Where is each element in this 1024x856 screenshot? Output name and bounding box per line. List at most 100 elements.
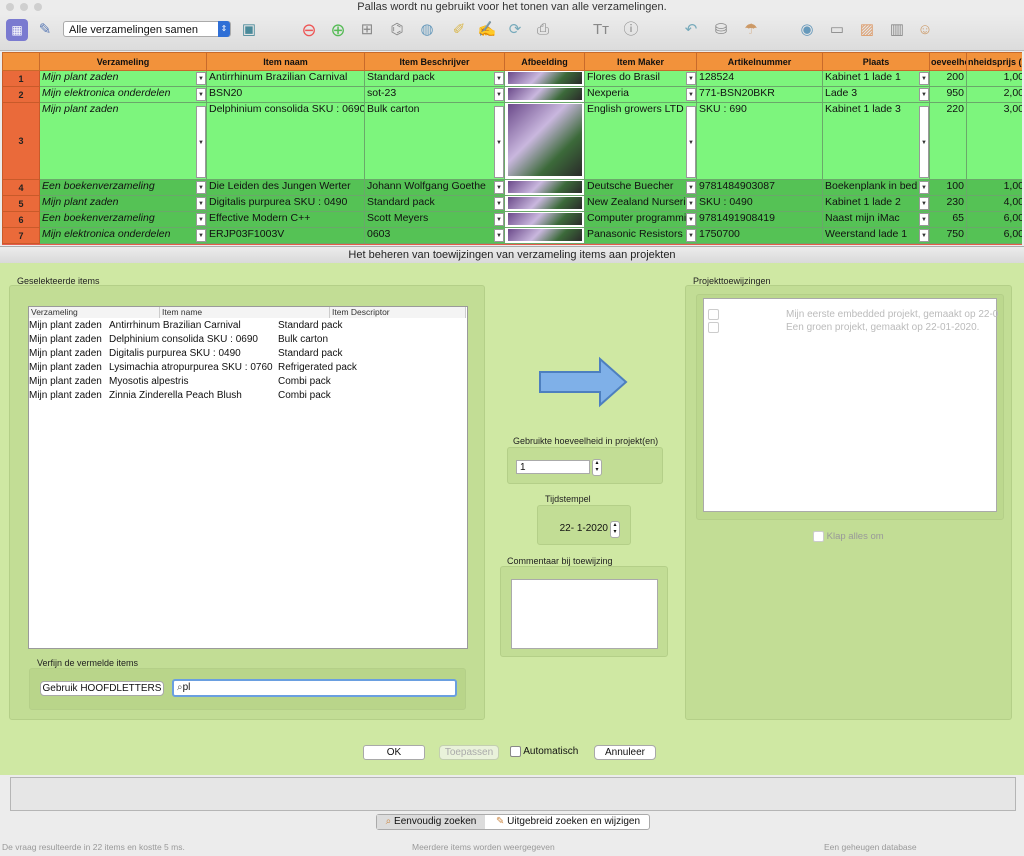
collection-select[interactable]: Alle verzamelingen samen ⇕ [63,21,231,37]
dropdown-arrow-icon[interactable]: ▼ [196,229,206,242]
collapse-all-checkbox[interactable]: Klap alles om [813,531,884,542]
dropdown-arrow-icon[interactable]: ▼ [196,181,206,194]
dropdown-arrow-icon[interactable]: ▼ [494,229,504,242]
selected-items-list[interactable]: Verzameling Item name Item Descriptor Mi… [28,306,468,649]
table-cell-naam[interactable]: Digitalis purpurea SKU : 0490 [206,195,365,212]
table-cell-hoev[interactable]: 65 [929,211,967,228]
table-cell-img[interactable] [504,102,585,180]
project-item[interactable]: Een groen projekt, gemaakt op 22-01-2020… [708,322,979,334]
dropdown-arrow-icon[interactable]: ▼ [919,213,929,226]
table-cell-maker[interactable]: Nexperia ▼ [584,86,697,103]
minimize-window-button[interactable] [20,3,28,11]
table-cell-plaats[interactable]: Lade 3 ▼ [822,86,930,103]
table-cell-beschr[interactable]: Standard pack ▼ [364,195,505,212]
dropdown-arrow-icon[interactable]: ▼ [686,181,696,194]
row-number[interactable]: 2 [2,86,40,103]
zoom-window-button[interactable] [34,3,42,11]
dropdown-arrow-icon[interactable]: ▼ [686,229,696,242]
project-checkbox[interactable] [708,309,719,320]
table-cell-maker[interactable]: Flores do Brasil ▼ [584,70,697,87]
print-icon[interactable]: ⎙ [532,19,554,41]
list-header[interactable]: Item Descriptor [330,307,466,318]
row-number[interactable]: 4 [2,179,40,196]
column-header[interactable]: Item Beschrijver [364,52,505,71]
umbrella-icon[interactable]: ☂ [740,19,762,41]
project-checkbox[interactable] [708,322,719,333]
table-row[interactable]: 2 Mijn elektronica onderdelen ▼ BSN20 sot-23… [2,86,1022,103]
table-cell-hoev[interactable]: 100 [929,179,967,196]
add-item-icon[interactable]: ⊞ [356,19,378,41]
column-header[interactable]: Artikelnummer [696,52,823,71]
text-size-icon[interactable]: Tт [590,19,612,41]
edit-icon[interactable]: ✐ [448,19,470,41]
table-cell-prijs[interactable]: 6,00 [966,211,1022,228]
table-row[interactable]: 3 Mijn plant zaden ▼ Delphinium consolida S… [2,102,1022,180]
table-cell-hoev[interactable]: 950 [929,86,967,103]
edit-doc-icon[interactable]: ✍ [476,19,498,41]
project-item[interactable]: Mijn eerste embedded projekt, gemaakt op… [708,309,998,321]
dropdown-arrow-icon[interactable]: ▼ [494,181,504,194]
refresh-icon[interactable]: ⟳ [504,19,526,41]
table-cell-beschr[interactable]: sot-23 ▼ [364,86,505,103]
table-cell-hoev[interactable]: 200 [929,70,967,87]
table-cell-beschr[interactable]: Johann Wolfgang Goethe ▼ [364,179,505,196]
list-item[interactable]: Mijn plant zaden Myosotis alpestris Combi … [29,375,467,389]
table-cell-hoev[interactable]: 750 [929,227,967,244]
dropdown-arrow-icon[interactable]: ▼ [494,197,504,210]
database-icon[interactable]: ⛁ [710,19,732,41]
table-cell-art[interactable]: 9781484903087 [696,179,823,196]
table-cell-img[interactable] [504,86,585,103]
table-cell-prijs[interactable]: 1,00 [966,70,1022,87]
dropdown-arrow-icon[interactable]: ▼ [919,229,929,242]
dropdown-arrow-icon[interactable]: ▼ [196,88,206,101]
dropdown-arrow-icon[interactable]: ▼ [919,181,929,194]
table-cell-art[interactable]: 1750700 [696,227,823,244]
table-cell-art[interactable]: SKU : 690 [696,102,823,180]
table-row[interactable]: 5 Mijn plant zaden ▼ Digitalis purpurea SKU… [2,195,1022,212]
list-item[interactable]: Mijn plant zaden Lysimachia atropurpurea … [29,361,467,375]
undo-icon[interactable]: ↶ [680,19,702,41]
table-cell-img[interactable] [504,195,585,212]
dropdown-arrow-icon[interactable]: ▼ [686,213,696,226]
list-item[interactable]: Mijn plant zaden Antirrhinum Brazilian Ca… [29,319,467,333]
table-cell-naam[interactable]: ERJP03F1003V [206,227,365,244]
dropdown-arrow-icon[interactable]: ▼ [919,88,929,101]
tab-simple-search[interactable]: ⌕ Eenvoudig zoeken [377,815,485,829]
table-cell-hoev[interactable]: 230 [929,195,967,212]
table-cell-naam[interactable]: BSN20 [206,86,365,103]
table-cell-prijs[interactable]: 6,00 [966,227,1022,244]
list-header[interactable]: Item name [160,307,330,318]
table-cell-art[interactable]: 128524 [696,70,823,87]
column-header[interactable]: Item naam [206,52,365,71]
dropdown-arrow-icon[interactable]: ▼ [494,213,504,226]
column-header[interactable]: oeveelhe [929,52,967,71]
column-header[interactable]: Plaats [822,52,930,71]
table-cell-plaats[interactable]: Naast mijn iMac ▼ [822,211,930,228]
person-icon[interactable]: ☺ [914,19,936,41]
table-row[interactable]: 7 Mijn elektronica onderdelen ▼ ERJP03F1003… [2,227,1022,244]
dropdown-arrow-icon[interactable]: ▼ [919,106,929,178]
table-cell-beschr[interactable]: Standard pack ▼ [364,70,505,87]
picture-icon[interactable]: ▨ [856,19,878,41]
dropdown-arrow-icon[interactable]: ▼ [196,213,206,226]
dropdown-arrow-icon[interactable]: ▼ [919,197,929,210]
table-cell-img[interactable] [504,70,585,87]
column-header[interactable]: Item Maker [584,52,697,71]
timestamp-stepper[interactable]: ▴ ▾ [610,521,620,538]
row-number[interactable]: 6 [2,211,40,228]
table-cell-verz[interactable]: Mijn plant zaden ▼ [39,70,207,87]
table-cell-naam[interactable]: Die Leiden des Jungen Werter [206,179,365,196]
table-row[interactable]: 1 Mijn plant zaden ▼ Antirrhinum Brazilian … [2,70,1022,87]
automatic-check[interactable] [510,746,521,757]
row-number[interactable]: 3 [2,102,40,180]
column-header[interactable]: Verzameling [39,52,207,71]
row-number[interactable]: 1 [2,70,40,87]
dropdown-arrow-icon[interactable]: ▼ [919,72,929,85]
table-cell-beschr[interactable]: Scott Meyers ▼ [364,211,505,228]
table-cell-maker[interactable]: Deutsche Buecher ▼ [584,179,697,196]
info-icon[interactable]: ⓘ [620,19,642,41]
table-cell-img[interactable] [504,211,585,228]
table-cell-art[interactable]: SKU : 0490 [696,195,823,212]
table-cell-beschr[interactable]: Bulk carton ▼ [364,102,505,180]
close-window-button[interactable] [6,3,14,11]
